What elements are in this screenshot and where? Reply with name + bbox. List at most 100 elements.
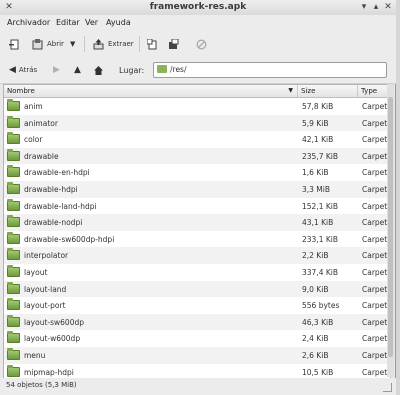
menu-archivador[interactable]: Archivador [7, 18, 50, 27]
new-archive-button[interactable] [9, 36, 20, 52]
folder-icon [7, 165, 20, 178]
file-name: drawable-nodpi [24, 218, 83, 228]
menu-editar[interactable]: Editar [56, 18, 80, 27]
toolbar-separator [139, 36, 140, 52]
column-type-label: Type [361, 87, 378, 95]
folder-icon [7, 215, 20, 228]
file-size: 43,1 KiB [302, 218, 334, 228]
status-text: 54 objetos (5,3 MiB) [6, 381, 77, 389]
file-size: 5,9 KiB [302, 118, 329, 128]
resize-grip-icon[interactable] [383, 383, 392, 392]
column-size-label: Size [301, 87, 316, 95]
folder-icon [7, 182, 20, 194]
table-row[interactable]: drawable-nodpi 43,1 KiB Carpeta [4, 214, 390, 231]
add-folder-button[interactable] [168, 36, 179, 52]
column-name-header[interactable]: Nombre ▼ [4, 85, 298, 97]
table-row[interactable]: anim 57,8 KiB Carpeta [4, 98, 390, 115]
table-row[interactable]: layout-sw600dp 46,3 KiB Carpeta [4, 313, 390, 331]
file-size: 152,1 KiB [302, 201, 339, 211]
home-icon [94, 65, 103, 75]
file-size: 3,3 MiB [302, 185, 331, 194]
table-row[interactable]: layout-land 9,0 KiB Carpeta [4, 280, 390, 298]
open-dropdown-button[interactable]: ▼ [70, 36, 75, 52]
menu-ayuda[interactable]: Ayuda [106, 18, 131, 27]
open-archive-button[interactable]: Abrir [32, 36, 64, 52]
file-list[interactable]: Nombre ▼ Size Type anim 57,8 KiB Carpeta an… [3, 84, 391, 379]
menu-ver[interactable]: Ver [85, 18, 98, 27]
folder-icon [7, 298, 20, 311]
maximize-icon[interactable]: ▴ [371, 2, 381, 12]
file-name: mipmap-hdpi [24, 367, 74, 377]
close-icon[interactable]: ✕ [383, 2, 393, 12]
table-row[interactable]: color 42,1 KiB Carpeta [4, 131, 390, 148]
file-size: 2,2 KiB [302, 251, 329, 261]
file-size: 57,8 KiB [302, 102, 334, 111]
table-row[interactable]: drawable-en-hdpi 1,6 KiB Carpeta [4, 164, 390, 181]
folder-icon [7, 364, 20, 377]
stop-icon [196, 39, 207, 49]
minimize-icon[interactable]: ▾ [359, 2, 369, 12]
file-size: 233,1 KiB [302, 234, 339, 244]
table-row[interactable]: layout-w600dp 2,4 KiB Carpeta [4, 330, 390, 347]
file-name: interpolator [24, 251, 69, 261]
title-bar[interactable]: ✕ framework-res.apk ▾ ▴ ✕ [0, 0, 396, 16]
folder-icon [7, 231, 20, 244]
file-name: drawable-land-hdpi [24, 201, 97, 211]
back-label: Atrás [18, 66, 38, 74]
file-name: animator [24, 118, 58, 128]
table-row[interactable]: drawable 235,7 KiB Carpeta [4, 147, 390, 165]
table-row[interactable]: interpolator 2,2 KiB Carpeta [4, 247, 390, 264]
add-files-button[interactable] [147, 36, 158, 52]
file-size: 556 bytes [302, 301, 340, 311]
table-row[interactable]: menu 2,6 KiB Carpeta [4, 347, 390, 364]
folder-icon [7, 331, 20, 344]
vertical-scrollbar[interactable] [387, 84, 394, 377]
file-name: menu [24, 351, 46, 360]
file-name: drawable [24, 151, 59, 161]
column-name-label: Nombre [7, 87, 35, 95]
scrollbar-thumb[interactable] [388, 97, 393, 357]
file-size: 46,3 KiB [302, 317, 334, 327]
back-button[interactable]: ◀ Atrás [9, 62, 37, 78]
file-size: 235,7 KiB [302, 151, 339, 161]
file-name: color [24, 135, 43, 145]
forward-arrow-icon: ▶ [53, 65, 60, 75]
forward-button[interactable]: ▶ [53, 62, 60, 78]
folder-icon [7, 281, 20, 294]
location-input[interactable]: /res/ [153, 62, 387, 78]
table-row[interactable]: drawable-hdpi 3,3 MiB Carpeta [4, 181, 390, 198]
sort-arrow-icon: ▼ [288, 87, 293, 94]
file-name: layout-sw600dp [24, 317, 84, 327]
home-button[interactable] [93, 62, 104, 78]
stop-button[interactable] [196, 36, 207, 52]
folder-icon [7, 198, 20, 211]
toolbar: Abrir ▼ Extraer [0, 31, 396, 58]
extract-button[interactable]: Extraer [93, 36, 134, 52]
table-row[interactable]: drawable-sw600dp-hdpi 233,1 KiB Carpeta [4, 231, 390, 248]
menu-bar: Archivador Editar Ver Ayuda [0, 15, 396, 31]
dropdown-arrow-icon: ▼ [70, 40, 76, 48]
file-name: layout [24, 268, 48, 277]
extract-icon [93, 38, 104, 49]
folder-icon [157, 65, 167, 73]
status-bar: 54 objetos (5,3 MiB) [0, 378, 396, 395]
location-label-text: Lugar: [119, 65, 145, 75]
folder-icon [7, 348, 20, 360]
up-button[interactable]: ▲ [74, 62, 81, 78]
folder-icon [7, 99, 20, 111]
table-row[interactable]: animator 5,9 KiB Carpeta [4, 114, 390, 132]
back-arrow-icon: ◀ [9, 65, 16, 75]
column-type-header[interactable]: Type [358, 85, 390, 97]
archive-manager-window: ✕ framework-res.apk ▾ ▴ ✕ Archivador Edi… [0, 0, 396, 395]
file-name: anim [24, 102, 43, 111]
file-name: layout-port [24, 301, 66, 311]
table-row[interactable]: layout-port 556 bytes Carpeta [4, 297, 390, 314]
file-name: drawable-en-hdpi [24, 168, 90, 178]
table-row[interactable]: mipmap-hdpi 10,5 KiB Carpeta [4, 364, 390, 378]
table-row[interactable]: layout 337,4 KiB Carpeta [4, 264, 390, 281]
folder-icon [7, 115, 20, 128]
folder-icon [7, 148, 20, 161]
column-size-header[interactable]: Size [298, 85, 358, 97]
file-size: 2,6 KiB [302, 351, 329, 360]
table-row[interactable]: drawable-land-hdpi 152,1 KiB Carpeta [4, 198, 390, 215]
